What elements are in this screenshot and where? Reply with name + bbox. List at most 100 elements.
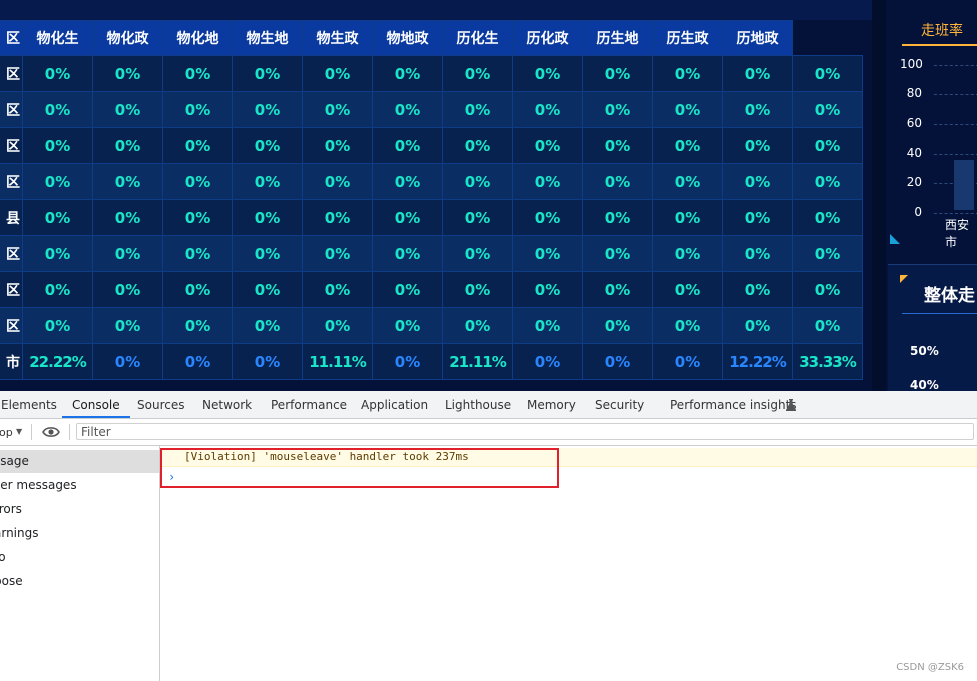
- table-cell: 0%: [792, 235, 863, 272]
- row-region-name: 区: [0, 271, 23, 308]
- table-cell: 0%: [442, 271, 513, 308]
- row-region-name: 区: [0, 163, 23, 200]
- table-cell: 0%: [652, 199, 723, 236]
- y-axis-tick: 20: [906, 175, 922, 189]
- chevron-down-icon[interactable]: ▼: [16, 427, 22, 436]
- table-body: 区 0% 0% 0% 0% 0% 0% 0% 0% 0% 0% 0% 0% 区 0% 0% 0% 0% 0% 0% 0%…: [0, 55, 863, 380]
- panel2-tick: 40%: [910, 378, 939, 391]
- y-axis-tick: 0: [914, 205, 922, 219]
- table-cell: 0%: [302, 199, 373, 236]
- table-cell: 0%: [232, 91, 303, 128]
- table-cell: 0%: [442, 127, 513, 164]
- gridline: [934, 124, 977, 125]
- table-cell: 0%: [442, 199, 513, 236]
- row-region-name: 区: [0, 127, 23, 164]
- table-cell: 0%: [372, 55, 443, 92]
- table-cell: 0%: [582, 235, 653, 272]
- tab-lighthouse[interactable]: Lighthouse: [445, 391, 511, 418]
- table-row: 区 0% 0% 0% 0% 0% 0% 0% 0% 0% 0% 0% 0%: [0, 91, 863, 128]
- column-header: 物生地: [232, 20, 303, 56]
- row-region-name: 区: [0, 307, 23, 344]
- table-cell: 0%: [92, 199, 163, 236]
- table-cell: 33.33%: [792, 343, 863, 380]
- tab-sources[interactable]: Sources: [137, 391, 184, 418]
- table-cell: 0%: [162, 307, 233, 344]
- table-cell: 0%: [162, 199, 233, 236]
- table-cell: 0%: [722, 307, 793, 344]
- sidebar-item-messages[interactable]: ssage: [0, 450, 159, 473]
- panel2-tick: 50%: [910, 344, 939, 358]
- sidebar-item-user-messages[interactable]: ser messages: [0, 474, 159, 497]
- panel-corner-icon: [900, 275, 908, 283]
- table-cell: 0%: [722, 127, 793, 164]
- table-cell: 0%: [22, 307, 93, 344]
- table-cell: 0%: [22, 163, 93, 200]
- table-cell: 0%: [652, 127, 723, 164]
- row-region-name: 区: [0, 91, 23, 128]
- column-header: 历生政: [652, 20, 723, 56]
- table-cell: 0%: [232, 127, 303, 164]
- panel-divider: [872, 0, 886, 391]
- tab-performance-insights[interactable]: Performance insights: [670, 391, 797, 418]
- y-axis-tick: 100: [900, 57, 923, 71]
- y-axis-tick: 80: [906, 86, 922, 100]
- column-header: 物地政: [372, 20, 443, 56]
- tab-security[interactable]: Security: [595, 391, 644, 418]
- chart-bar: [954, 160, 974, 210]
- eye-icon[interactable]: [42, 426, 60, 438]
- table-cell: 0%: [92, 127, 163, 164]
- table-cell: 0%: [442, 55, 513, 92]
- table-cell: 0%: [652, 55, 723, 92]
- table-cell: 0%: [512, 307, 583, 344]
- tab-network[interactable]: Network: [202, 391, 252, 418]
- table-cell: 0%: [512, 55, 583, 92]
- table-cell: 0%: [792, 163, 863, 200]
- subject-combination-table: 区物化生 物化政 物化地 物生地 物生政 物地政 历化生 历化政 历生地 历生政 历地政 区 0% 0%…: [0, 20, 863, 380]
- sidebar-item-warnings[interactable]: arnings: [0, 522, 159, 545]
- table-cell: 0%: [722, 199, 793, 236]
- column-header: 历生地: [582, 20, 653, 56]
- highlight-box: [160, 448, 559, 488]
- table-cell: 0%: [302, 127, 373, 164]
- dashboard-page: 区物化生 物化政 物化地 物生地 物生政 物地政 历化生 历化政 历生地 历生政 历地政 区 0% 0%…: [0, 0, 977, 391]
- row-region-name: 区: [0, 55, 23, 92]
- context-selector[interactable]: op: [0, 426, 13, 439]
- table-cell: 0%: [92, 271, 163, 308]
- table-cell: 0%: [22, 91, 93, 128]
- table-row: 县 0% 0% 0% 0% 0% 0% 0% 0% 0% 0% 0% 0%: [0, 199, 863, 236]
- filter-input[interactable]: [76, 423, 974, 440]
- tab-application[interactable]: Application: [361, 391, 428, 418]
- table-cell: 0%: [722, 91, 793, 128]
- gridline: [934, 213, 977, 214]
- table-cell: 0%: [302, 163, 373, 200]
- toolbar-divider: [31, 424, 32, 440]
- table-cell: 0%: [22, 235, 93, 272]
- tab-walk-rate[interactable]: 走班率: [902, 18, 977, 46]
- panel2-underline: [902, 313, 977, 314]
- table-cell: 0%: [372, 199, 443, 236]
- sidebar-item-info[interactable]: fo: [0, 546, 159, 569]
- y-axis-tick: 60: [906, 116, 922, 130]
- sidebar-item-verbose[interactable]: bose: [0, 570, 159, 593]
- table-cell: 0%: [22, 199, 93, 236]
- gridline: [934, 65, 977, 66]
- table-cell: 0%: [22, 271, 93, 308]
- table-header-row: 区物化生 物化政 物化地 物生地 物生政 物地政 历化生 历化政 历生地 历生政 历地政: [0, 20, 863, 56]
- tab-memory[interactable]: Memory: [527, 391, 576, 418]
- table-cell: 0%: [92, 307, 163, 344]
- tab-console[interactable]: Console: [62, 391, 130, 418]
- table-row: 区 0% 0% 0% 0% 0% 0% 0% 0% 0% 0% 0% 0%: [0, 127, 863, 164]
- sidebar-item-errors[interactable]: rrors: [0, 498, 159, 521]
- table-cell: 0%: [372, 307, 443, 344]
- right-chart-panel: 走班率 100 80 60 40 20 0 西安市 整体走 50% 40%: [872, 0, 977, 391]
- table-cell: 0%: [442, 235, 513, 272]
- column-header-region: 区: [0, 20, 23, 56]
- table-cell: 0%: [722, 235, 793, 272]
- tab-performance[interactable]: Performance: [271, 391, 347, 418]
- tab-elements[interactable]: Elements: [1, 391, 57, 418]
- devtools-tab-bar: Elements Console Sources Network Perform…: [0, 391, 977, 419]
- gridline: [934, 154, 977, 155]
- table-cell: 0%: [372, 271, 443, 308]
- table-cell: 0%: [792, 55, 863, 92]
- table-cell: 0%: [232, 55, 303, 92]
